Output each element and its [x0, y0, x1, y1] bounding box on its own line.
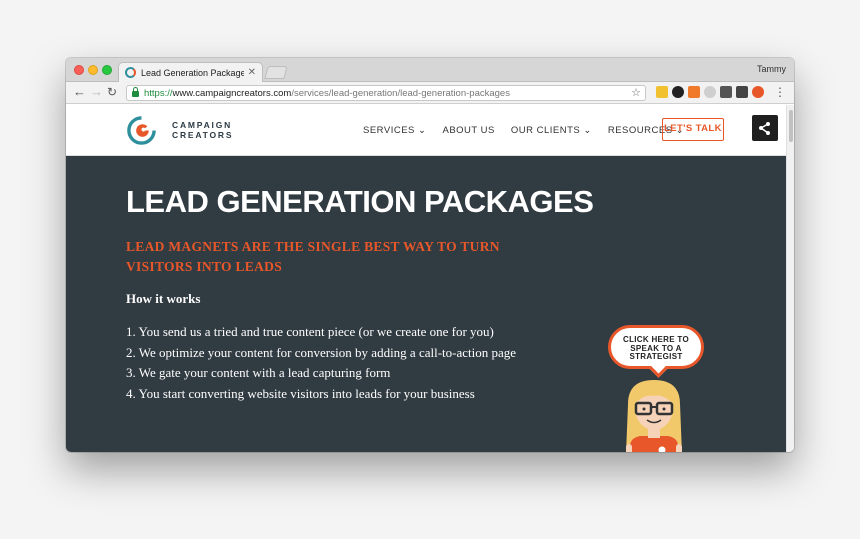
browser-window: Lead Generation Packages ✕ Tammy ← → ↻ h… [66, 58, 794, 452]
bookmark-star-icon[interactable]: ☆ [631, 86, 641, 99]
logo-line-creators: CREATORS [172, 130, 234, 140]
how-it-works-heading: How it works [126, 291, 201, 306]
main-nav: SERVICES ⌄ ABOUT US OUR CLIENTS ⌄ RESOUR… [363, 125, 684, 136]
forward-arrow-icon[interactable]: → [90, 85, 103, 99]
list-item: 2. We optimize your content for conversi… [126, 344, 517, 360]
nav-item-about-us[interactable]: ABOUT US [442, 125, 494, 136]
site-header: CAMPAIGN CREATORS SERVICES ⌄ ABOUT US OU… [66, 105, 786, 156]
page-scrollbar[interactable] [786, 105, 794, 452]
minimize-window-button[interactable] [88, 65, 98, 75]
bubble-line: STRATEGIST [629, 352, 683, 361]
logo-line-campaign: CAMPAIGN [172, 120, 233, 130]
hubspot-icon[interactable] [752, 115, 778, 141]
speak-to-strategist-bubble[interactable]: CLICK HERE TO SPEAK TO A STRATEGIST [608, 325, 704, 369]
hero-subtitle: LEAD MAGNETS ARE THE SINGLE BEST WAY TO … [126, 239, 500, 274]
extension-icon[interactable] [752, 86, 764, 98]
site-favicon-icon [125, 67, 136, 78]
tab-lead-generation[interactable]: Lead Generation Packages ✕ [118, 62, 263, 82]
new-tab-button[interactable] [264, 66, 288, 79]
extension-icon[interactable] [672, 86, 684, 98]
extensions-bar [656, 86, 764, 98]
url-scheme: https:// [144, 87, 173, 99]
browser-menu-icon[interactable]: ⋮ [774, 85, 786, 99]
nav-item-services[interactable]: SERVICES ⌄ [363, 125, 426, 136]
back-arrow-icon[interactable]: ← [73, 85, 86, 99]
close-window-button[interactable] [74, 65, 84, 75]
web-page: CAMPAIGN CREATORS SERVICES ⌄ ABOUT US OU… [66, 105, 794, 452]
tab-strip: Lead Generation Packages ✕ Tammy [66, 58, 794, 82]
tab-title: Lead Generation Packages [141, 67, 244, 78]
nav-item-our-clients[interactable]: OUR CLIENTS ⌄ [511, 125, 592, 136]
url-host: www.campaigncreators.com [172, 87, 292, 99]
reload-icon[interactable]: ↻ [107, 85, 117, 99]
strategist-illustration-icon[interactable] [604, 374, 704, 452]
extension-icon[interactable] [720, 86, 732, 98]
tab-close-icon[interactable]: ✕ [248, 67, 256, 78]
campaign-creators-logo-icon[interactable] [126, 115, 157, 146]
list-item: 3. We gate your content with a lead capt… [126, 365, 391, 380]
profile-name[interactable]: Tammy [757, 64, 786, 74]
url-path: /services/lead-generation/lead-generatio… [291, 87, 510, 99]
hubspot-extension-icon[interactable] [688, 86, 700, 98]
browser-toolbar: ← → ↻ https:// www.campaigncreators.com … [66, 82, 794, 104]
page-title: LEAD GENERATION PACKAGES [126, 184, 594, 219]
list-item: 1. You send us a tried and true content … [126, 324, 494, 339]
lets-talk-button[interactable]: LET'S TALK [662, 118, 724, 141]
address-bar[interactable]: https:// www.campaigncreators.com /servi… [126, 85, 646, 101]
lock-icon [132, 87, 139, 97]
gmail-extension-icon[interactable] [736, 86, 748, 98]
hero-section: LEAD GENERATION PACKAGES LEAD MAGNETS AR… [66, 156, 786, 452]
extension-icon[interactable] [704, 86, 716, 98]
maximize-window-button[interactable] [102, 65, 112, 75]
logo-text[interactable]: CAMPAIGN CREATORS [172, 120, 233, 140]
steps-list: 1. You send us a tried and true content … [126, 322, 516, 404]
list-item: 4. You start converting website visitors… [126, 385, 475, 401]
scrollbar-thumb[interactable] [789, 110, 793, 142]
extension-icon[interactable] [656, 86, 668, 98]
